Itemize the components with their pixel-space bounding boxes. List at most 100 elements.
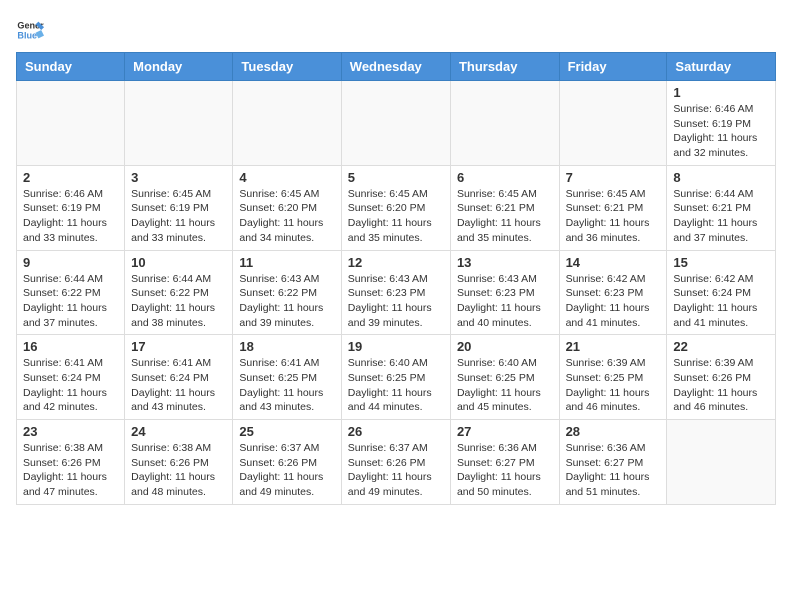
- calendar-cell: 28 Sunrise: 6:36 AM Sunset: 6:27 PM Dayli…: [559, 420, 667, 505]
- day-number: 15: [673, 255, 769, 270]
- day-number: 12: [348, 255, 444, 270]
- day-number: 8: [673, 170, 769, 185]
- calendar-cell: [233, 81, 341, 166]
- calendar-week-row: 1 Sunrise: 6:46 AM Sunset: 6:19 PM Daylig…: [17, 81, 776, 166]
- day-info: Sunrise: 6:45 AM Sunset: 6:21 PM Dayligh…: [566, 187, 661, 246]
- calendar-cell: 3 Sunrise: 6:45 AM Sunset: 6:19 PM Daylig…: [125, 165, 233, 250]
- calendar: SundayMondayTuesdayWednesdayThursdayFrid…: [16, 52, 776, 505]
- day-number: 7: [566, 170, 661, 185]
- day-info: Sunrise: 6:43 AM Sunset: 6:23 PM Dayligh…: [348, 272, 444, 331]
- day-info: Sunrise: 6:38 AM Sunset: 6:26 PM Dayligh…: [131, 441, 226, 500]
- day-number: 10: [131, 255, 226, 270]
- day-info: Sunrise: 6:41 AM Sunset: 6:24 PM Dayligh…: [23, 356, 118, 415]
- weekday-header: Sunday: [17, 53, 125, 81]
- calendar-cell: 17Sunrise: 6:41 AM Sunset: 6:24 PM Dayli…: [125, 335, 233, 420]
- calendar-cell: 19 Sunrise: 6:40 AM Sunset: 6:25 PM Dayli…: [341, 335, 450, 420]
- weekday-header: Monday: [125, 53, 233, 81]
- calendar-cell: 1 Sunrise: 6:46 AM Sunset: 6:19 PM Daylig…: [667, 81, 776, 166]
- calendar-cell: 11 Sunrise: 6:43 AM Sunset: 6:22 PM Dayli…: [233, 250, 341, 335]
- day-number: 20: [457, 339, 553, 354]
- day-info: Sunrise: 6:46 AM Sunset: 6:19 PM Dayligh…: [23, 187, 118, 246]
- calendar-cell: [450, 81, 559, 166]
- calendar-cell: 9 Sunrise: 6:44 AM Sunset: 6:22 PM Daylig…: [17, 250, 125, 335]
- svg-text:Blue: Blue: [17, 30, 37, 40]
- calendar-cell: [667, 420, 776, 505]
- calendar-cell: 4 Sunrise: 6:45 AM Sunset: 6:20 PM Daylig…: [233, 165, 341, 250]
- calendar-cell: 24 Sunrise: 6:38 AM Sunset: 6:26 PM Dayli…: [125, 420, 233, 505]
- day-number: 23: [23, 424, 118, 439]
- calendar-cell: 23 Sunrise: 6:38 AM Sunset: 6:26 PM Dayli…: [17, 420, 125, 505]
- calendar-cell: 12 Sunrise: 6:43 AM Sunset: 6:23 PM Dayli…: [341, 250, 450, 335]
- day-number: 18: [239, 339, 334, 354]
- calendar-cell: 21 Sunrise: 6:39 AM Sunset: 6:25 PM Dayli…: [559, 335, 667, 420]
- day-number: 9: [23, 255, 118, 270]
- day-info: Sunrise: 6:36 AM Sunset: 6:27 PM Dayligh…: [457, 441, 553, 500]
- logo-icon: General Blue: [16, 16, 44, 44]
- calendar-cell: [341, 81, 450, 166]
- day-info: Sunrise: 6:42 AM Sunset: 6:23 PM Dayligh…: [566, 272, 661, 331]
- day-number: 13: [457, 255, 553, 270]
- day-number: 22: [673, 339, 769, 354]
- day-info: Sunrise: 6:37 AM Sunset: 6:26 PM Dayligh…: [348, 441, 444, 500]
- day-number: 3: [131, 170, 226, 185]
- day-info: Sunrise: 6:45 AM Sunset: 6:20 PM Dayligh…: [348, 187, 444, 246]
- day-number: 5: [348, 170, 444, 185]
- day-info: Sunrise: 6:45 AM Sunset: 6:20 PM Dayligh…: [239, 187, 334, 246]
- day-info: Sunrise: 6:36 AM Sunset: 6:27 PM Dayligh…: [566, 441, 661, 500]
- day-info: Sunrise: 6:38 AM Sunset: 6:26 PM Dayligh…: [23, 441, 118, 500]
- day-info: Sunrise: 6:43 AM Sunset: 6:23 PM Dayligh…: [457, 272, 553, 331]
- calendar-cell: 15Sunrise: 6:42 AM Sunset: 6:24 PM Dayli…: [667, 250, 776, 335]
- day-number: 26: [348, 424, 444, 439]
- day-info: Sunrise: 6:43 AM Sunset: 6:22 PM Dayligh…: [239, 272, 334, 331]
- calendar-cell: 20Sunrise: 6:40 AM Sunset: 6:25 PM Dayli…: [450, 335, 559, 420]
- day-number: 25: [239, 424, 334, 439]
- calendar-week-row: 23 Sunrise: 6:38 AM Sunset: 6:26 PM Dayli…: [17, 420, 776, 505]
- calendar-cell: 13 Sunrise: 6:43 AM Sunset: 6:23 PM Dayli…: [450, 250, 559, 335]
- logo: General Blue: [16, 16, 44, 44]
- day-number: 24: [131, 424, 226, 439]
- calendar-cell: 10 Sunrise: 6:44 AM Sunset: 6:22 PM Dayli…: [125, 250, 233, 335]
- weekday-header-row: SundayMondayTuesdayWednesdayThursdayFrid…: [17, 53, 776, 81]
- weekday-header: Thursday: [450, 53, 559, 81]
- calendar-cell: 22 Sunrise: 6:39 AM Sunset: 6:26 PM Dayli…: [667, 335, 776, 420]
- day-number: 27: [457, 424, 553, 439]
- day-number: 6: [457, 170, 553, 185]
- calendar-week-row: 2 Sunrise: 6:46 AM Sunset: 6:19 PM Daylig…: [17, 165, 776, 250]
- day-info: Sunrise: 6:45 AM Sunset: 6:21 PM Dayligh…: [457, 187, 553, 246]
- calendar-cell: [125, 81, 233, 166]
- day-number: 1: [673, 85, 769, 100]
- day-info: Sunrise: 6:44 AM Sunset: 6:21 PM Dayligh…: [673, 187, 769, 246]
- day-info: Sunrise: 6:37 AM Sunset: 6:26 PM Dayligh…: [239, 441, 334, 500]
- calendar-cell: 18 Sunrise: 6:41 AM Sunset: 6:25 PM Dayli…: [233, 335, 341, 420]
- calendar-week-row: 16 Sunrise: 6:41 AM Sunset: 6:24 PM Dayli…: [17, 335, 776, 420]
- day-number: 14: [566, 255, 661, 270]
- weekday-header: Friday: [559, 53, 667, 81]
- calendar-cell: 25 Sunrise: 6:37 AM Sunset: 6:26 PM Dayli…: [233, 420, 341, 505]
- calendar-cell: 2 Sunrise: 6:46 AM Sunset: 6:19 PM Daylig…: [17, 165, 125, 250]
- day-info: Sunrise: 6:44 AM Sunset: 6:22 PM Dayligh…: [23, 272, 118, 331]
- day-info: Sunrise: 6:39 AM Sunset: 6:26 PM Dayligh…: [673, 356, 769, 415]
- weekday-header: Tuesday: [233, 53, 341, 81]
- day-number: 2: [23, 170, 118, 185]
- calendar-cell: [559, 81, 667, 166]
- calendar-cell: 27 Sunrise: 6:36 AM Sunset: 6:27 PM Dayli…: [450, 420, 559, 505]
- calendar-cell: 7 Sunrise: 6:45 AM Sunset: 6:21 PM Daylig…: [559, 165, 667, 250]
- calendar-cell: 5 Sunrise: 6:45 AM Sunset: 6:20 PM Daylig…: [341, 165, 450, 250]
- calendar-cell: 8 Sunrise: 6:44 AM Sunset: 6:21 PM Daylig…: [667, 165, 776, 250]
- day-number: 16: [23, 339, 118, 354]
- weekday-header: Wednesday: [341, 53, 450, 81]
- day-number: 11: [239, 255, 334, 270]
- day-number: 19: [348, 339, 444, 354]
- day-number: 4: [239, 170, 334, 185]
- day-number: 21: [566, 339, 661, 354]
- day-info: Sunrise: 6:39 AM Sunset: 6:25 PM Dayligh…: [566, 356, 661, 415]
- day-info: Sunrise: 6:40 AM Sunset: 6:25 PM Dayligh…: [348, 356, 444, 415]
- day-number: 28: [566, 424, 661, 439]
- day-info: Sunrise: 6:45 AM Sunset: 6:19 PM Dayligh…: [131, 187, 226, 246]
- calendar-cell: 14 Sunrise: 6:42 AM Sunset: 6:23 PM Dayli…: [559, 250, 667, 335]
- day-info: Sunrise: 6:41 AM Sunset: 6:25 PM Dayligh…: [239, 356, 334, 415]
- day-info: Sunrise: 6:46 AM Sunset: 6:19 PM Dayligh…: [673, 102, 769, 161]
- weekday-header: Saturday: [667, 53, 776, 81]
- day-info: Sunrise: 6:44 AM Sunset: 6:22 PM Dayligh…: [131, 272, 226, 331]
- header: General Blue: [16, 16, 776, 44]
